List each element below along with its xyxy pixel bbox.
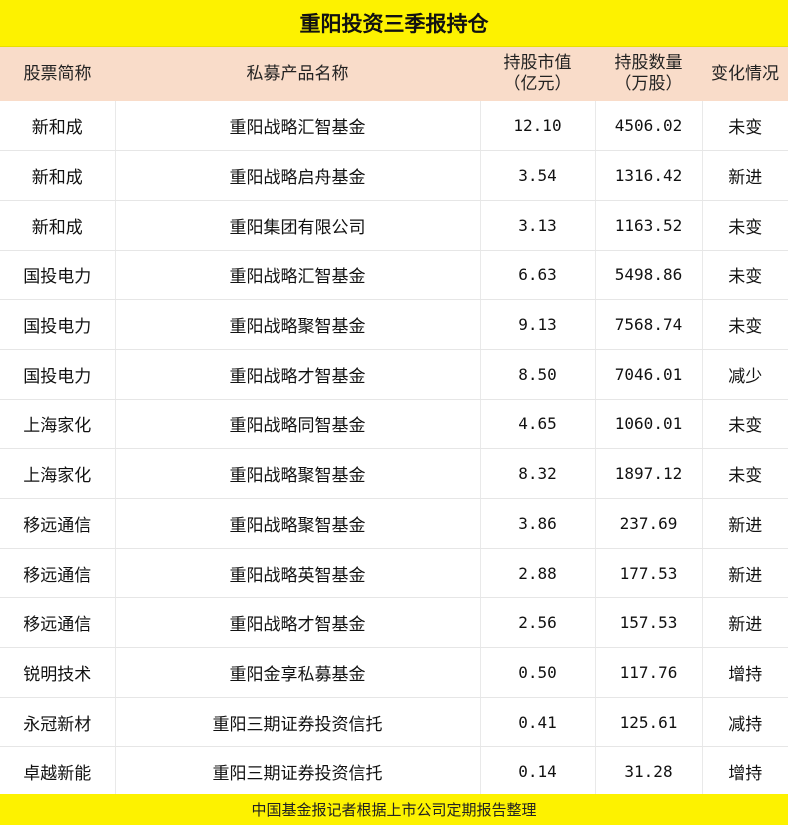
cell-value: 4.65 (479, 399, 595, 450)
cell-change: 减持 (701, 697, 788, 748)
cell-qty: 117.76 (594, 647, 702, 698)
cell-change: 未变 (701, 299, 788, 350)
cell-stock: 新和成 (0, 150, 115, 201)
cell-stock: 锐明技术 (0, 647, 115, 698)
table-row: 上海家化 重阳战略同智基金 4.65 1060.01 未变 (0, 399, 788, 450)
cell-value: 2.56 (479, 597, 595, 649)
cell-stock: 国投电力 (0, 349, 115, 400)
cell-value: 12.10 (479, 101, 595, 152)
cell-qty: 7568.74 (594, 299, 702, 350)
cell-change: 增持 (701, 647, 788, 698)
page: 重阳投资三季报持仓 股票简称 私募产品名称 持股市值 （亿元） 持股数量 （万股… (0, 0, 788, 825)
cell-value: 8.32 (479, 448, 595, 499)
cell-value: 3.86 (479, 498, 595, 549)
cell-product: 重阳战略同智基金 (114, 399, 480, 450)
cell-product: 重阳战略聚智基金 (114, 498, 480, 549)
source-note: 中国基金报记者根据上市公司定期报告整理 (0, 794, 788, 825)
cell-qty: 237.69 (594, 498, 702, 549)
cell-value: 3.13 (479, 200, 595, 251)
cell-product: 重阳战略汇智基金 (114, 250, 480, 301)
table-row: 新和成 重阳战略启舟基金 3.54 1316.42 新进 (0, 150, 788, 201)
cell-change: 未变 (701, 399, 788, 450)
header-row: 股票简称 私募产品名称 持股市值 （亿元） 持股数量 （万股） 变化情况 (0, 47, 788, 101)
cell-product: 重阳战略才智基金 (114, 597, 480, 649)
table-row: 锐明技术 重阳金享私募基金 0.50 117.76 增持 (0, 647, 788, 698)
table-row: 永冠新材 重阳三期证券投资信托 0.41 125.61 减持 (0, 697, 788, 748)
table-row: 国投电力 重阳战略才智基金 8.50 7046.01 减少 (0, 349, 788, 400)
cell-change: 减少 (701, 349, 788, 400)
cell-qty: 1897.12 (594, 448, 702, 499)
cell-product: 重阳战略才智基金 (114, 349, 480, 400)
cell-qty: 157.53 (594, 597, 702, 649)
cell-value: 9.13 (479, 299, 595, 350)
cell-product: 重阳战略聚智基金 (114, 448, 480, 499)
cell-stock: 卓越新能 (0, 746, 115, 798)
cell-stock: 永冠新材 (0, 697, 115, 748)
header-qty-line1: 持股数量 (614, 53, 683, 73)
cell-qty: 177.53 (594, 548, 702, 599)
cell-qty: 1163.52 (594, 200, 702, 251)
cell-change: 新进 (701, 548, 788, 599)
cell-value: 0.14 (479, 746, 595, 798)
cell-qty: 4506.02 (594, 101, 702, 152)
header-value-line1: 持股市值 (503, 53, 572, 73)
cell-qty: 31.28 (594, 746, 702, 798)
header-stock: 股票简称 (23, 63, 92, 84)
table-row: 新和成 重阳战略汇智基金 12.10 4506.02 未变 (0, 101, 788, 152)
cell-stock: 移远通信 (0, 597, 115, 649)
cell-stock: 上海家化 (0, 448, 115, 499)
cell-change: 未变 (701, 448, 788, 499)
cell-change: 增持 (701, 746, 788, 798)
cell-stock: 国投电力 (0, 299, 115, 350)
cell-qty: 1060.01 (594, 399, 702, 450)
cell-change: 新进 (701, 597, 788, 649)
table-row: 卓越新能 重阳三期证券投资信托 0.14 31.28 增持 (0, 746, 788, 798)
table-row: 上海家化 重阳战略聚智基金 8.32 1897.12 未变 (0, 448, 788, 499)
cell-value: 2.88 (479, 548, 595, 599)
header-value: 持股市值 （亿元） (480, 47, 595, 101)
cell-stock: 移远通信 (0, 498, 115, 549)
cell-qty: 1316.42 (594, 150, 702, 201)
header-product: 私募产品名称 (246, 63, 349, 84)
table-body: 新和成 重阳战略汇智基金 12.10 4506.02 未变 新和成 重阳战略启舟基金 3.54… (0, 101, 788, 798)
cell-product: 重阳三期证券投资信托 (114, 746, 480, 798)
holdings-table: 股票简称 私募产品名称 持股市值 （亿元） 持股数量 （万股） 变化情况 新和成… (0, 47, 788, 798)
cell-change: 未变 (701, 101, 788, 152)
header-value-line2: （亿元） (503, 74, 572, 94)
cell-qty: 5498.86 (594, 250, 702, 301)
cell-stock: 移远通信 (0, 548, 115, 599)
cell-product: 重阳战略英智基金 (114, 548, 480, 599)
cell-value: 6.63 (479, 250, 595, 301)
cell-product: 重阳战略聚智基金 (114, 299, 480, 350)
cell-product: 重阳三期证券投资信托 (114, 697, 480, 748)
cell-change: 新进 (701, 498, 788, 549)
cell-change: 未变 (701, 200, 788, 251)
table-row: 国投电力 重阳战略聚智基金 9.13 7568.74 未变 (0, 299, 788, 350)
cell-stock: 新和成 (0, 101, 115, 152)
table-row: 移远通信 重阳战略才智基金 2.56 157.53 新进 (0, 597, 788, 649)
cell-product: 重阳集团有限公司 (114, 200, 480, 251)
cell-stock: 上海家化 (0, 399, 115, 450)
cell-value: 0.50 (479, 647, 595, 698)
cell-value: 0.41 (479, 697, 595, 748)
header-qty-line2: （万股） (614, 74, 683, 94)
table-row: 移远通信 重阳战略聚智基金 3.86 237.69 新进 (0, 498, 788, 549)
cell-product: 重阳金享私募基金 (114, 647, 480, 698)
cell-qty: 7046.01 (594, 349, 702, 400)
cell-product: 重阳战略汇智基金 (114, 101, 480, 152)
cell-change: 未变 (701, 250, 788, 301)
table-row: 新和成 重阳集团有限公司 3.13 1163.52 未变 (0, 200, 788, 251)
table-title: 重阳投资三季报持仓 (0, 0, 788, 47)
cell-change: 新进 (701, 150, 788, 201)
header-qty: 持股数量 （万股） (595, 47, 702, 101)
cell-value: 3.54 (479, 150, 595, 201)
cell-value: 8.50 (479, 349, 595, 400)
table-row: 移远通信 重阳战略英智基金 2.88 177.53 新进 (0, 548, 788, 599)
cell-product: 重阳战略启舟基金 (114, 150, 480, 201)
table-row: 国投电力 重阳战略汇智基金 6.63 5498.86 未变 (0, 250, 788, 301)
cell-stock: 新和成 (0, 200, 115, 251)
header-change: 变化情况 (711, 63, 779, 84)
cell-stock: 国投电力 (0, 250, 115, 301)
cell-qty: 125.61 (594, 697, 702, 748)
